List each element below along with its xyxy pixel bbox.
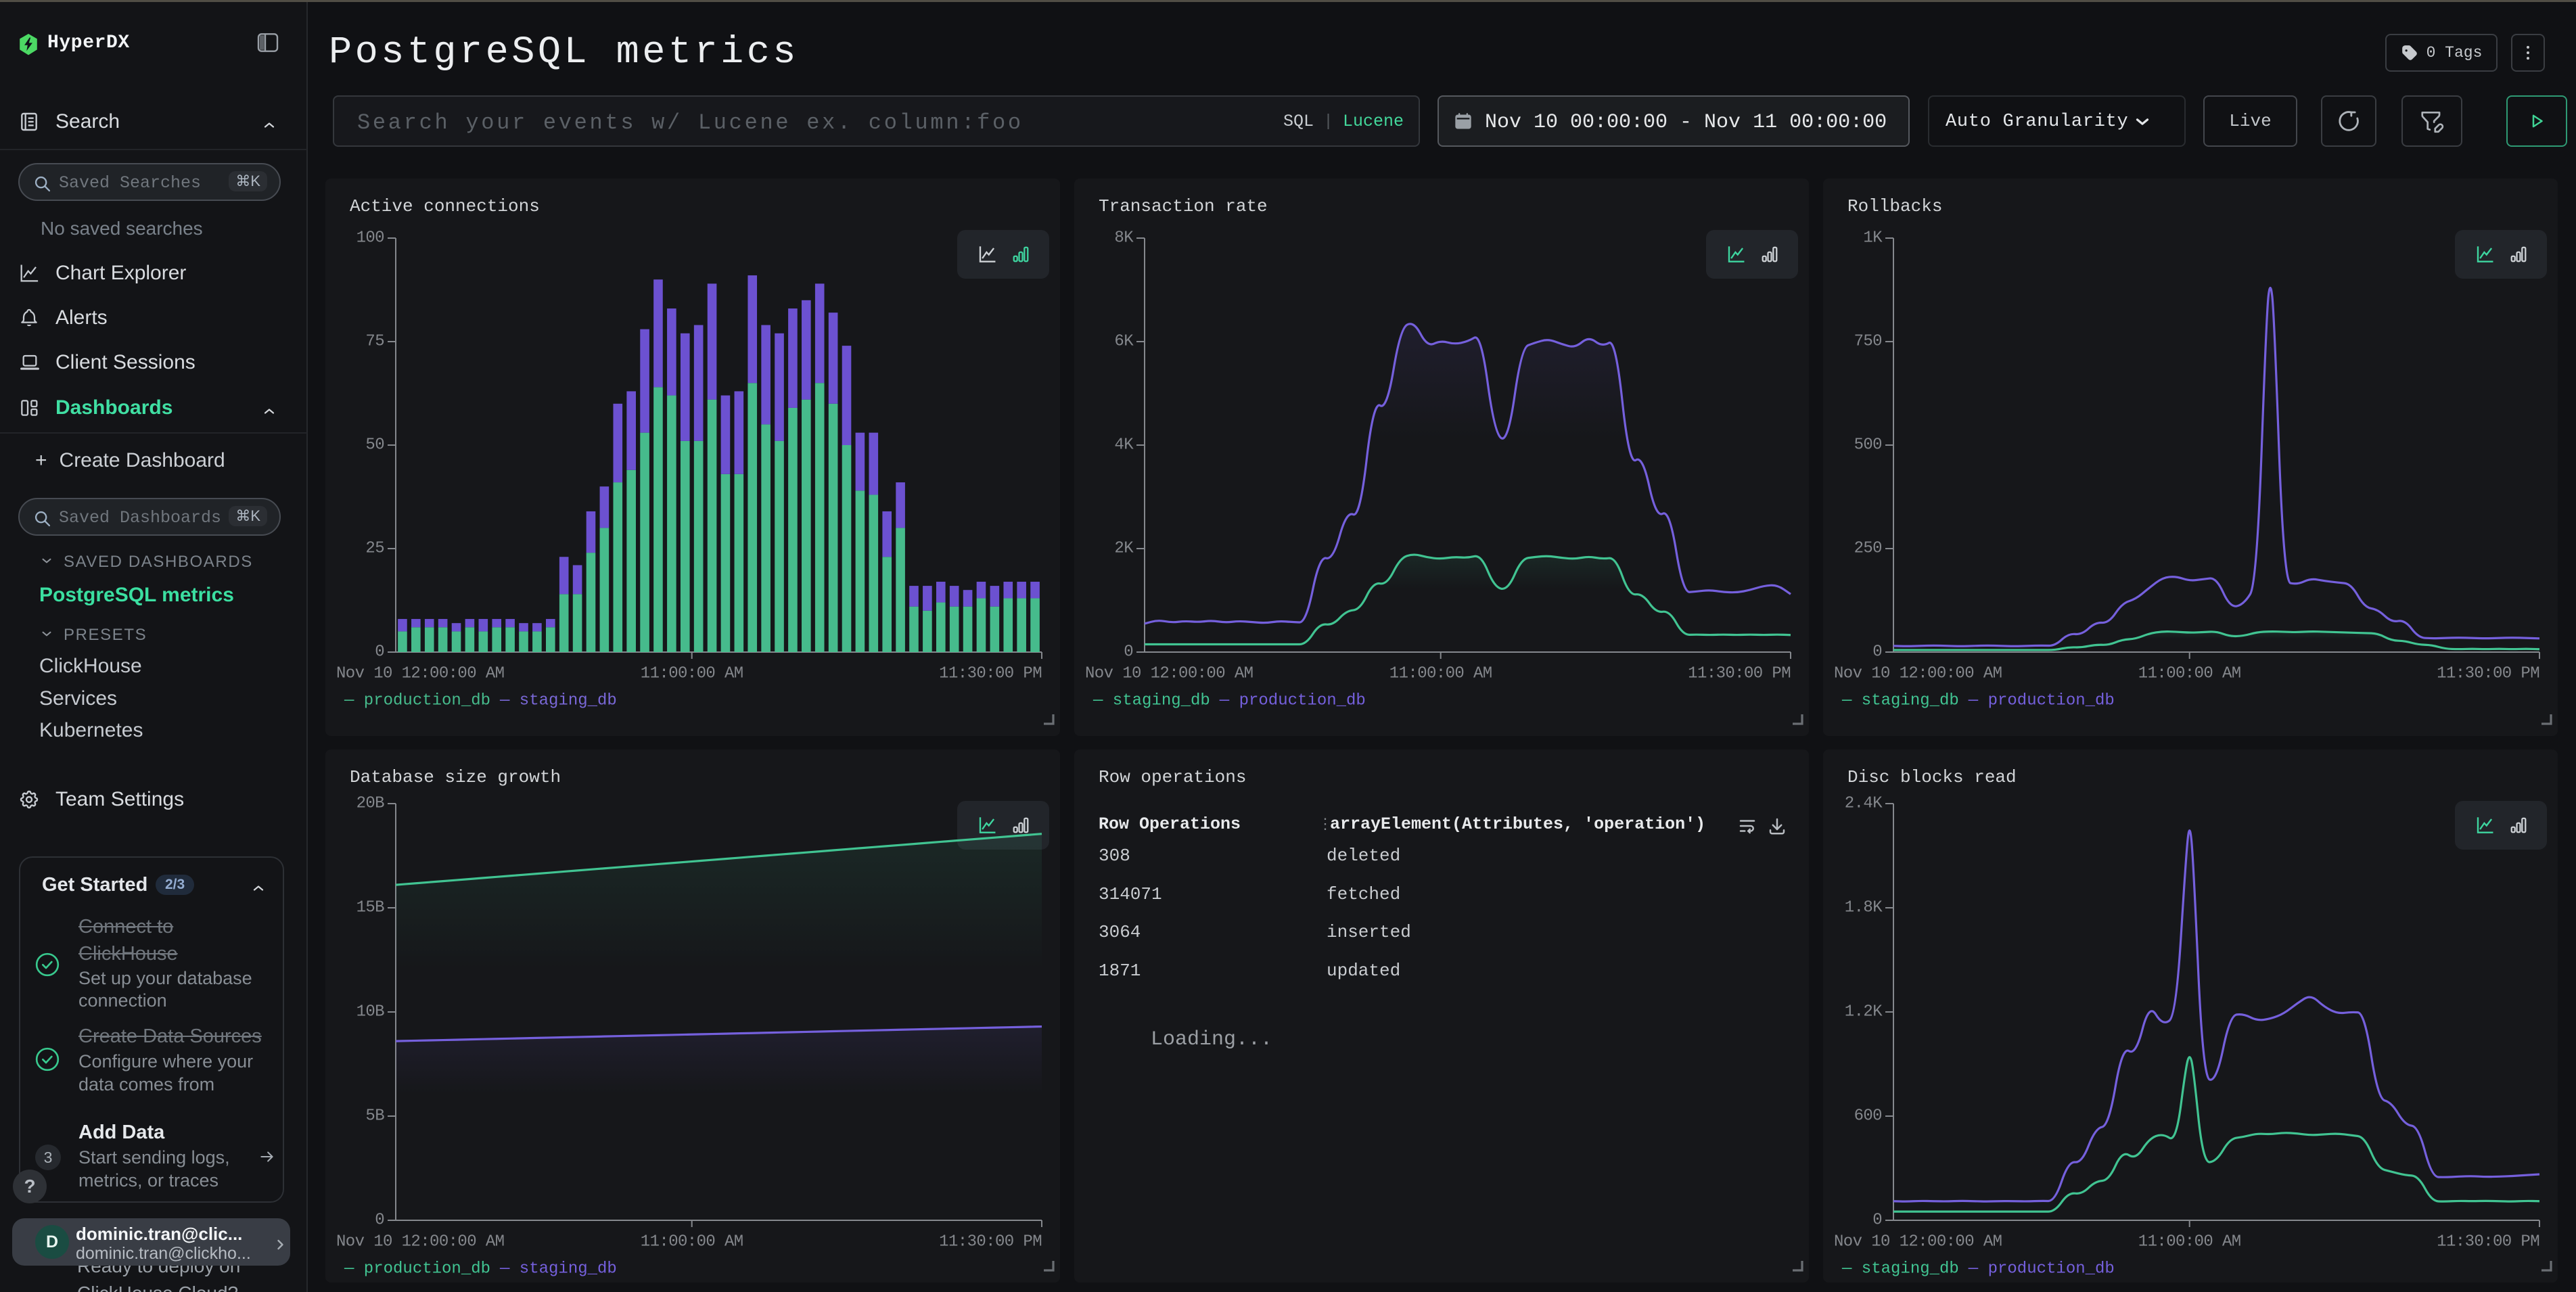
svg-text:500: 500 (1854, 436, 1882, 455)
svg-text:25: 25 (365, 540, 384, 558)
svg-text:Nov 10 12:00:00 AM: Nov 10 12:00:00 AM (1834, 665, 2002, 683)
svg-text:11:00:00 AM: 11:00:00 AM (1389, 665, 1492, 683)
svg-text:2.4K: 2.4K (1845, 795, 1883, 813)
svg-text:— production_db: — production_db (1219, 692, 1366, 710)
svg-text:11:00:00 AM: 11:00:00 AM (641, 1233, 743, 1251)
svg-text:Nov 10 12:00:00 AM: Nov 10 12:00:00 AM (1834, 1233, 2002, 1251)
svg-text:— production_db: — production_db (1968, 1260, 2115, 1278)
svg-text:75: 75 (365, 333, 384, 351)
svg-text:11:30:00 PM: 11:30:00 PM (939, 665, 1042, 683)
svg-text:11:30:00 PM: 11:30:00 PM (939, 1233, 1042, 1251)
svg-text:Nov 10 12:00:00 AM: Nov 10 12:00:00 AM (1085, 665, 1253, 683)
svg-text:0: 0 (375, 1212, 384, 1230)
svg-text:— staging_db: — staging_db (1841, 1260, 1959, 1278)
svg-text:11:00:00 AM: 11:00:00 AM (641, 665, 743, 683)
svg-text:— staging_db: — staging_db (1841, 692, 1959, 710)
svg-text:4K: 4K (1114, 436, 1134, 455)
svg-text:2K: 2K (1114, 540, 1134, 558)
svg-text:11:00:00 AM: 11:00:00 AM (2138, 665, 2241, 683)
svg-text:1K: 1K (1863, 229, 1883, 248)
svg-text:— staging_db: — staging_db (1092, 692, 1210, 710)
svg-text:Nov 10 12:00:00 AM: Nov 10 12:00:00 AM (336, 1233, 504, 1251)
svg-text:5B: 5B (365, 1107, 384, 1126)
svg-text:20B: 20B (356, 795, 385, 813)
svg-text:1.2K: 1.2K (1845, 1003, 1883, 1021)
svg-text:50: 50 (365, 436, 384, 455)
svg-text:— staging_db: — staging_db (499, 1260, 617, 1278)
svg-text:0: 0 (375, 643, 384, 662)
svg-text:11:30:00 PM: 11:30:00 PM (1688, 665, 1791, 683)
svg-text:Nov 10 12:00:00 AM: Nov 10 12:00:00 AM (336, 665, 504, 683)
svg-text:11:30:00 PM: 11:30:00 PM (2437, 1233, 2539, 1251)
svg-text:6K: 6K (1114, 333, 1134, 351)
svg-text:10B: 10B (356, 1003, 385, 1021)
svg-text:— production_db: — production_db (1968, 692, 2115, 710)
svg-text:— production_db: — production_db (344, 692, 490, 710)
svg-text:100: 100 (356, 229, 384, 248)
svg-text:600: 600 (1854, 1107, 1882, 1126)
svg-text:0: 0 (1124, 643, 1133, 662)
svg-text:0: 0 (1872, 643, 1882, 662)
svg-text:— staging_db: — staging_db (499, 692, 617, 710)
svg-text:— production_db: — production_db (344, 1260, 490, 1278)
svg-text:15B: 15B (356, 899, 385, 917)
svg-text:750: 750 (1854, 333, 1882, 351)
svg-text:11:30:00 PM: 11:30:00 PM (2437, 665, 2539, 683)
svg-text:1.8K: 1.8K (1845, 899, 1883, 917)
svg-text:0: 0 (1872, 1212, 1882, 1230)
svg-text:8K: 8K (1114, 229, 1134, 248)
svg-text:250: 250 (1854, 540, 1882, 558)
svg-text:11:00:00 AM: 11:00:00 AM (2138, 1233, 2241, 1251)
